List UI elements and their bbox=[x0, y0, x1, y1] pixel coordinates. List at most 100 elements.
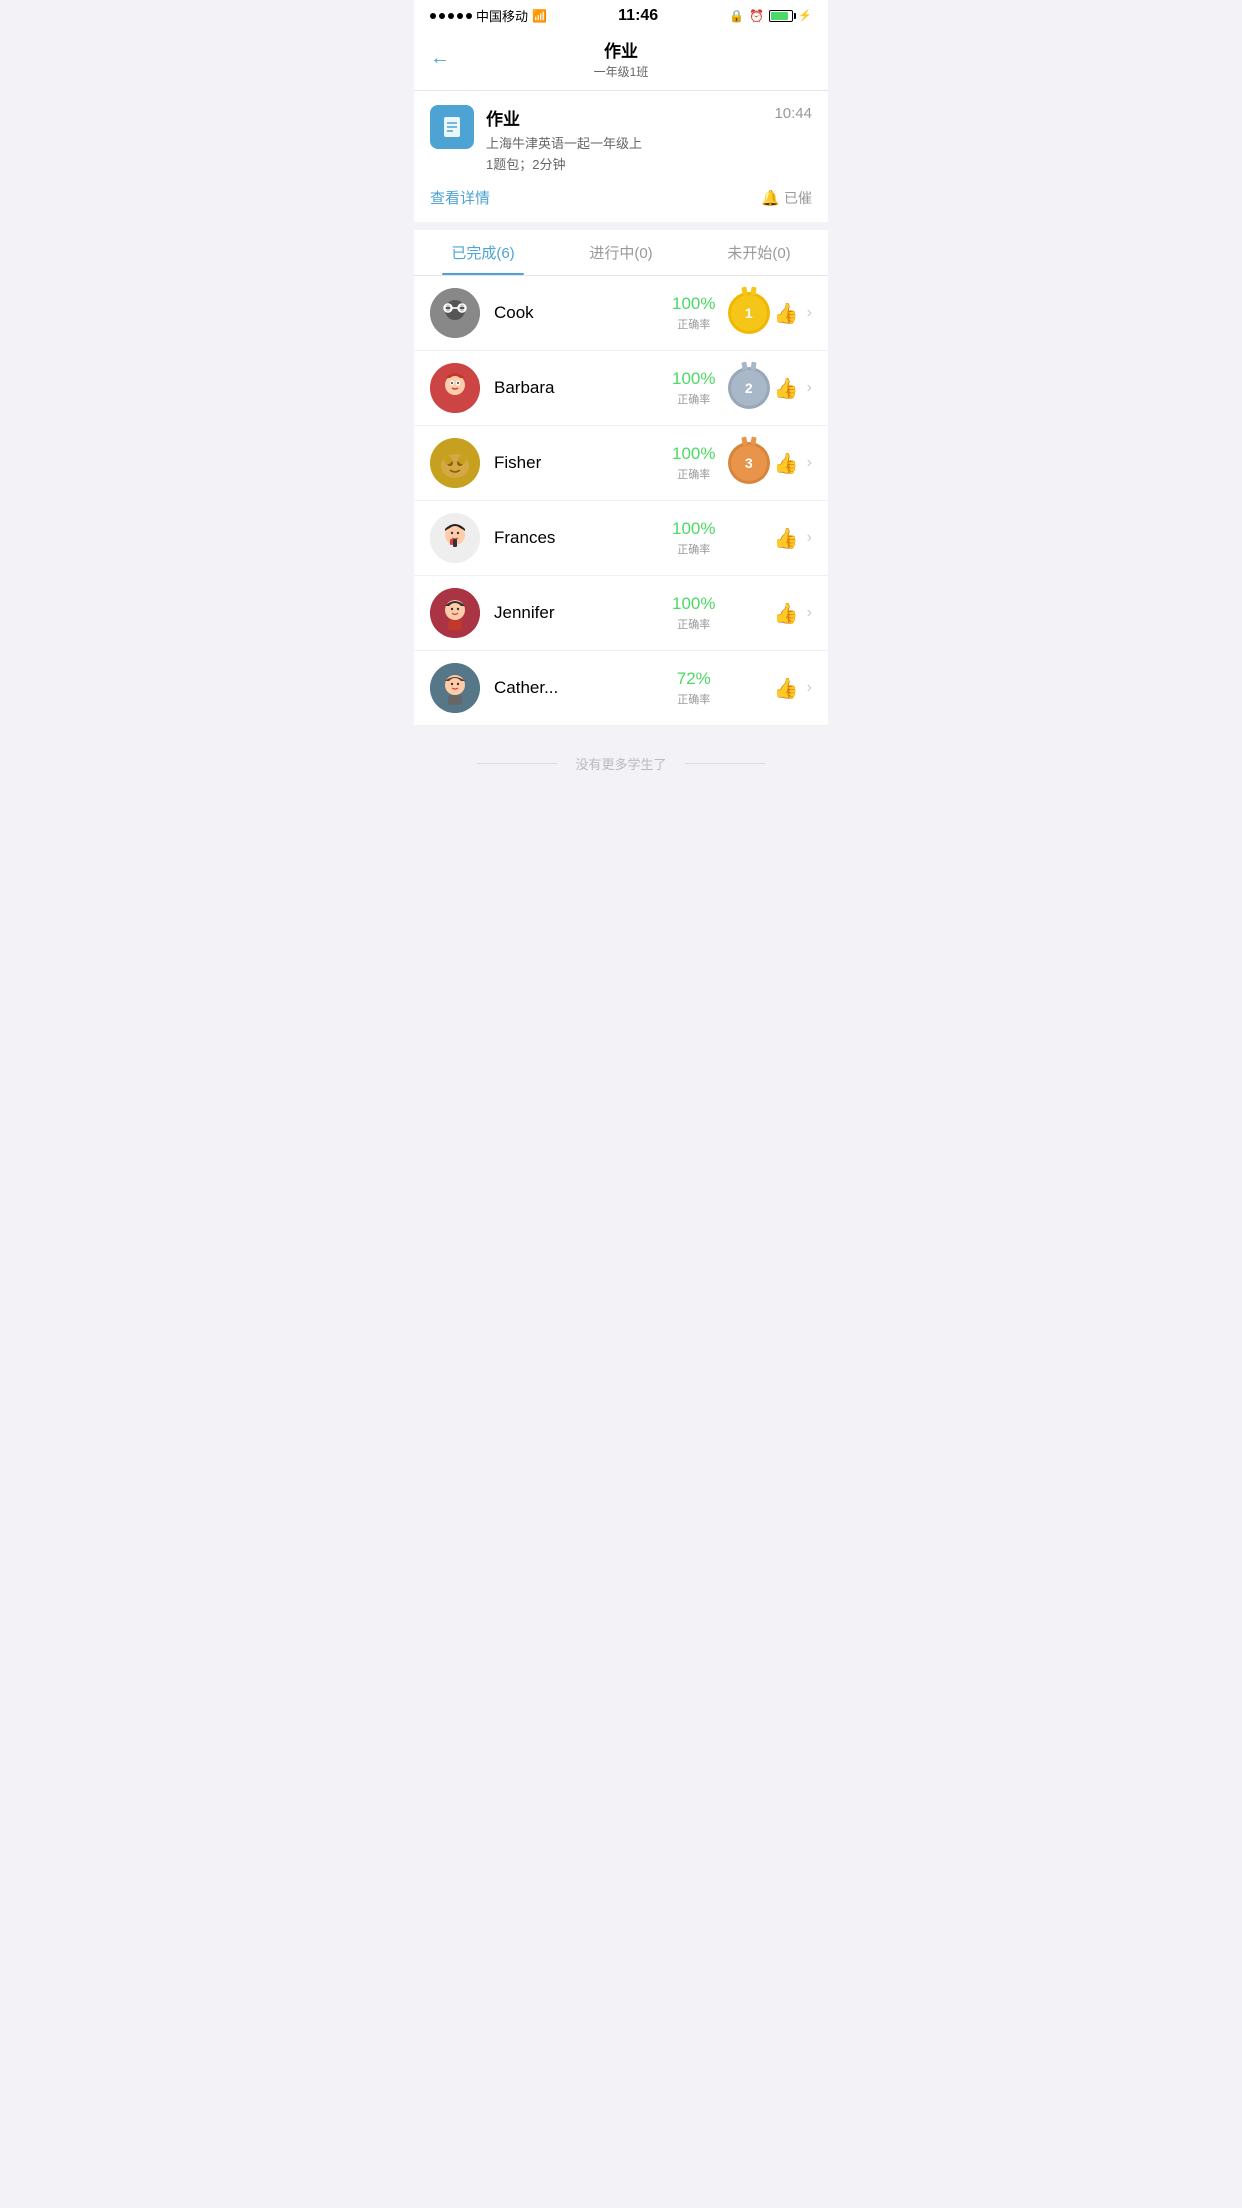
accuracy-value: 100% bbox=[672, 294, 715, 314]
student-name: Frances bbox=[494, 528, 664, 548]
table-row[interactable]: Jennifer 100% 正确率 👍 › bbox=[414, 576, 828, 651]
wifi-icon: 📶 bbox=[532, 9, 547, 23]
medal-ribbon bbox=[742, 287, 756, 295]
student-name: Cather... bbox=[494, 678, 664, 698]
avatar bbox=[430, 663, 480, 713]
battery-fill bbox=[771, 12, 788, 20]
accuracy-value: 100% bbox=[672, 444, 715, 464]
assignment-left: 作业 上海牛津英语一起一年级上 1题包；2分钟 bbox=[430, 105, 642, 173]
table-row[interactable]: Cather... 72% 正确率 👍 › bbox=[414, 651, 828, 726]
table-row[interactable]: Cook 100% 正确率 1 👍 › bbox=[414, 276, 828, 351]
medal-area: 1 bbox=[724, 295, 774, 331]
battery-icon bbox=[769, 10, 793, 22]
view-detail-button[interactable]: 查看详情 bbox=[430, 187, 490, 208]
medal-ribbon bbox=[742, 362, 756, 370]
action-area: 👍 › bbox=[774, 376, 812, 401]
table-row[interactable]: Frances 100% 正确率 👍 › bbox=[414, 501, 828, 576]
barbara-avatar bbox=[430, 363, 480, 413]
student-accuracy: 100% 正确率 bbox=[664, 369, 724, 407]
student-accuracy: 72% 正确率 bbox=[664, 669, 724, 707]
chevron-right-icon: › bbox=[807, 379, 812, 397]
accuracy-value: 100% bbox=[672, 594, 715, 614]
no-more-label: 没有更多学生了 bbox=[575, 754, 666, 773]
nav-title-sub: 一年级1班 bbox=[594, 63, 649, 80]
cook-avatar bbox=[430, 288, 480, 338]
assignment-subtitle: 上海牛津英语一起一年级上 bbox=[486, 133, 642, 152]
nav-title: 作业 一年级1班 bbox=[594, 37, 649, 80]
thumbs-up-button[interactable]: 👍 bbox=[774, 526, 799, 551]
accuracy-value: 100% bbox=[672, 519, 715, 539]
table-row[interactable]: Fisher 100% 正确率 3 👍 › bbox=[414, 426, 828, 501]
assignment-footer: 查看详情 🔔 已催 bbox=[430, 183, 812, 208]
student-accuracy: 100% 正确率 bbox=[664, 519, 724, 557]
charge-icon: ⚡ bbox=[798, 9, 812, 22]
status-time: 11:46 bbox=[618, 7, 658, 25]
avatar bbox=[430, 513, 480, 563]
accuracy-value: 72% bbox=[677, 669, 711, 689]
medal-area: 3 bbox=[724, 445, 774, 481]
thumbs-up-button[interactable]: 👍 bbox=[774, 676, 799, 701]
avatar bbox=[430, 438, 480, 488]
medal-ribbon bbox=[742, 437, 756, 445]
tabs: 已完成(6) 进行中(0) 未开始(0) bbox=[414, 230, 828, 276]
accuracy-label: 正确率 bbox=[677, 541, 710, 557]
jennifer-avatar bbox=[430, 588, 480, 638]
student-list: Cook 100% 正确率 1 👍 › bbox=[414, 276, 828, 726]
section-divider bbox=[414, 222, 828, 230]
no-more-students: 没有更多学生了 bbox=[414, 726, 828, 793]
accuracy-value: 100% bbox=[672, 369, 715, 389]
remind-label: 已催 bbox=[784, 188, 812, 208]
action-area: 👍 › bbox=[774, 601, 812, 626]
back-button[interactable]: ← bbox=[430, 47, 450, 70]
student-accuracy: 100% 正确率 bbox=[664, 594, 724, 632]
medal-area: 2 bbox=[724, 370, 774, 406]
thumbs-up-button[interactable]: 👍 bbox=[774, 376, 799, 401]
lock-icon: 🔒 bbox=[729, 9, 744, 23]
chevron-right-icon: › bbox=[807, 304, 812, 322]
signal-dots bbox=[430, 13, 472, 19]
chevron-right-icon: › bbox=[807, 604, 812, 622]
thumbs-up-button[interactable]: 👍 bbox=[774, 301, 799, 326]
avatar bbox=[430, 588, 480, 638]
status-bar: 中国移动 📶 11:46 🔒 ⏰ ⚡ bbox=[414, 0, 828, 29]
tab-completed[interactable]: 已完成(6) bbox=[414, 230, 552, 275]
table-row[interactable]: Barbara 100% 正确率 2 👍 › bbox=[414, 351, 828, 426]
nav-title-main: 作业 bbox=[594, 37, 649, 62]
assignment-info: 作业 上海牛津英语一起一年级上 1题包；2分钟 bbox=[486, 105, 642, 173]
action-area: 👍 › bbox=[774, 451, 812, 476]
status-right: 🔒 ⏰ ⚡ bbox=[729, 9, 812, 23]
cather-avatar bbox=[430, 663, 480, 713]
chevron-right-icon: › bbox=[807, 529, 812, 547]
assignment-card: 作业 上海牛津英语一起一年级上 1题包；2分钟 10:44 查看详情 🔔 已催 bbox=[414, 91, 828, 222]
remind-area: 🔔 已催 bbox=[761, 188, 812, 208]
assignment-title: 作业 bbox=[486, 105, 642, 130]
assignment-time: 10:44 bbox=[774, 105, 812, 122]
tab-notstarted[interactable]: 未开始(0) bbox=[690, 230, 828, 275]
student-accuracy: 100% 正确率 bbox=[664, 444, 724, 482]
accuracy-label: 正确率 bbox=[677, 691, 710, 707]
alarm-icon: ⏰ bbox=[749, 9, 764, 23]
fisher-avatar bbox=[430, 438, 480, 488]
avatar bbox=[430, 288, 480, 338]
silver-medal: 2 bbox=[731, 370, 767, 406]
accuracy-label: 正确率 bbox=[677, 391, 710, 407]
frances-avatar bbox=[430, 513, 480, 563]
bell-icon: 🔔 bbox=[761, 189, 780, 207]
action-area: 👍 › bbox=[774, 526, 812, 551]
status-left: 中国移动 📶 bbox=[430, 6, 547, 25]
action-area: 👍 › bbox=[774, 301, 812, 326]
nav-bar: ← 作业 一年级1班 bbox=[414, 29, 828, 91]
student-name: Cook bbox=[494, 303, 664, 323]
thumbs-up-button[interactable]: 👍 bbox=[774, 601, 799, 626]
tab-inprogress[interactable]: 进行中(0) bbox=[552, 230, 690, 275]
student-name: Fisher bbox=[494, 453, 664, 473]
thumbs-up-button[interactable]: 👍 bbox=[774, 451, 799, 476]
accuracy-label: 正确率 bbox=[677, 316, 710, 332]
chevron-right-icon: › bbox=[807, 454, 812, 472]
bronze-medal: 3 bbox=[731, 445, 767, 481]
student-accuracy: 100% 正确率 bbox=[664, 294, 724, 332]
action-area: 👍 › bbox=[774, 676, 812, 701]
document-icon bbox=[440, 115, 464, 139]
student-name: Jennifer bbox=[494, 603, 664, 623]
student-name: Barbara bbox=[494, 378, 664, 398]
